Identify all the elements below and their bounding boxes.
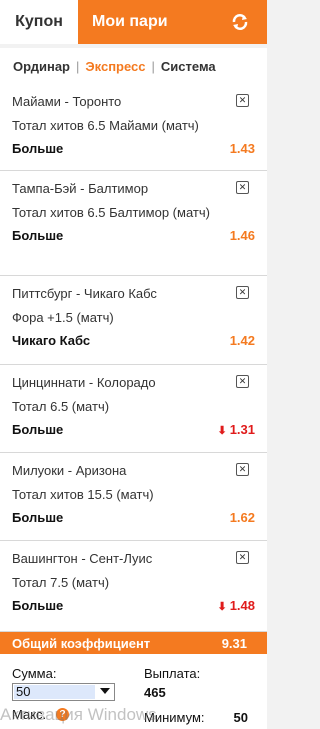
- market-name: Тотал 6.5 (матч): [12, 399, 110, 414]
- close-icon[interactable]: ✕: [236, 286, 249, 299]
- match-name: Майами - Торонто: [12, 94, 122, 109]
- tab-express[interactable]: Экспресс: [85, 59, 145, 74]
- market-name: Тотал хитов 6.5 Майами (матч): [12, 118, 199, 133]
- market-name: Тотал хитов 6.5 Балтимор (матч): [12, 205, 210, 220]
- match-name: Милуоки - Аризона: [12, 463, 127, 478]
- market-name: Тотал 7.5 (матч): [12, 575, 110, 590]
- min-value: 50: [233, 710, 248, 725]
- bet-item: ✕ Милуоки - Аризона Тотал хитов 15.5 (ма…: [0, 453, 267, 541]
- bet-item: ✕ Питтсбург - Чикаго Кабс Фора +1.5 (мат…: [0, 276, 267, 365]
- max-label: Макс.: [12, 707, 47, 722]
- close-icon[interactable]: ✕: [236, 94, 249, 107]
- bet-item: ✕ Майами - Торонто Тотал хитов 6.5 Майам…: [0, 84, 267, 171]
- total-odds-label: Общий коэффициент: [12, 635, 151, 651]
- sum-label: Сумма:: [12, 666, 57, 681]
- market-name: Фора +1.5 (матч): [12, 310, 114, 325]
- market-name: Тотал хитов 15.5 (матч): [12, 487, 154, 502]
- bet-choice: Больше: [12, 598, 64, 613]
- payout-value: 465: [144, 685, 166, 700]
- refresh-icon[interactable]: [231, 13, 249, 31]
- tab-my-bets[interactable]: Мои пари: [92, 13, 168, 31]
- payout-label: Выплата:: [144, 666, 201, 681]
- help-icon[interactable]: ?: [56, 708, 69, 721]
- tab-single[interactable]: Ординар: [13, 59, 70, 74]
- stake-panel: Сумма: Выплата: 465 50 Макс. ? Минимум: …: [0, 654, 267, 729]
- total-odds-value: 9.31: [221, 635, 247, 651]
- close-icon[interactable]: ✕: [236, 551, 249, 564]
- arrow-down-icon: ⬇: [217, 601, 227, 613]
- separator: |: [76, 58, 80, 74]
- match-name: Цинциннати - Колорадо: [12, 375, 156, 390]
- separator: |: [151, 58, 155, 74]
- bet-choice: Больше: [12, 510, 64, 525]
- chevron-down-icon[interactable]: [100, 688, 110, 694]
- bet-type-tabs: Ординар | Экспресс | Система: [0, 48, 267, 85]
- tab-system[interactable]: Система: [161, 59, 216, 74]
- close-icon[interactable]: ✕: [236, 375, 249, 388]
- match-name: Питтсбург - Чикаго Кабс: [12, 286, 157, 301]
- match-name: Тампа-Бэй - Балтимор: [12, 181, 149, 196]
- coupon-header: Купон Мои пари: [0, 0, 267, 44]
- bet-choice: Больше: [12, 141, 64, 156]
- bet-choice: Больше: [12, 228, 64, 243]
- close-icon[interactable]: ✕: [236, 463, 249, 476]
- bet-item: ✕ Тампа-Бэй - Балтимор Тотал хитов 6.5 Б…: [0, 171, 267, 276]
- arrow-down-icon: ⬇: [217, 425, 227, 437]
- total-odds-bar: Общий коэффициент 9.31: [0, 632, 267, 654]
- bet-odds: 1.46: [229, 228, 255, 243]
- match-name: Вашингтон - Сент-Луис: [12, 551, 153, 566]
- bet-choice: Больше: [12, 422, 64, 437]
- amount-select[interactable]: 50: [12, 683, 115, 701]
- close-icon[interactable]: ✕: [236, 181, 249, 194]
- bet-odds: 1.62: [229, 510, 255, 525]
- bet-list: ✕ Майами - Торонто Тотал хитов 6.5 Майам…: [0, 84, 267, 632]
- min-label: Минимум:: [144, 710, 205, 725]
- bet-item: ✕ Вашингтон - Сент-Луис Тотал 7.5 (матч)…: [0, 541, 267, 632]
- bet-item: ✕ Цинциннати - Колорадо Тотал 6.5 (матч)…: [0, 365, 267, 453]
- bet-odds: 1.43: [229, 141, 255, 156]
- bet-odds: ⬇ 1.48: [217, 598, 255, 613]
- bet-odds: ⬇ 1.31: [217, 422, 255, 437]
- amount-value: 50: [14, 685, 95, 699]
- bet-choice: Чикаго Кабс: [12, 333, 91, 348]
- bet-odds: 1.42: [229, 333, 255, 348]
- tab-coupon[interactable]: Купон: [0, 0, 78, 44]
